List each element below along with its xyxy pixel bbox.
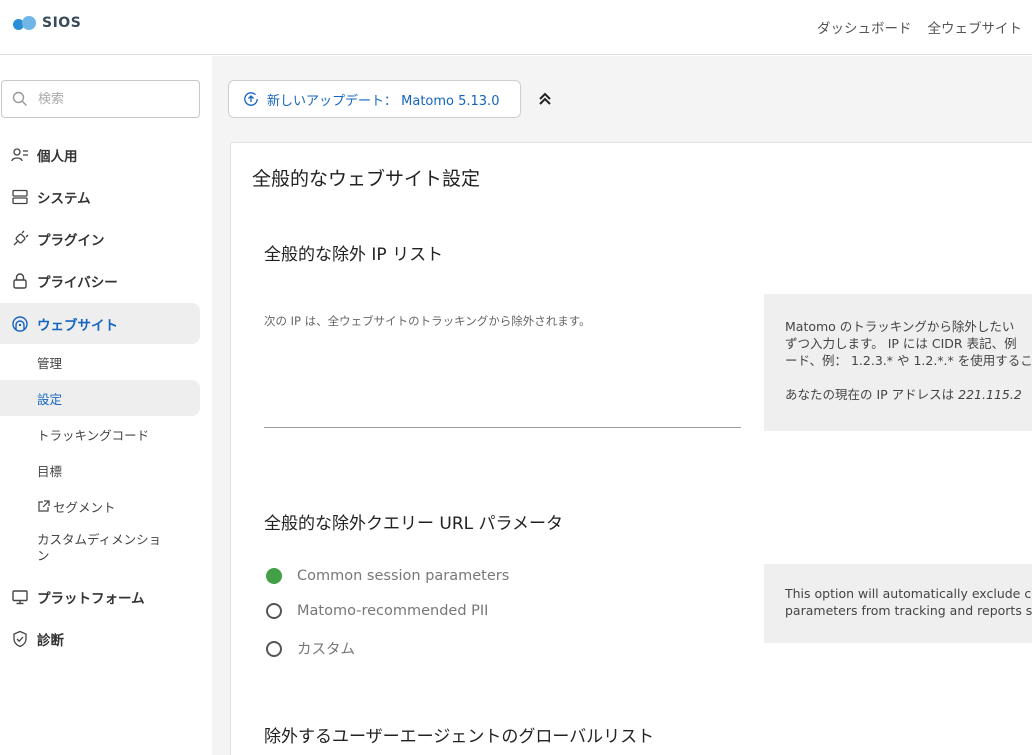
sidebar-subitem-segments[interactable]: セグメント [0, 488, 200, 524]
sidebar: 個人用 システム プラグイン プライバシー ウェブサイト 管理 設定 トラッキン… [0, 56, 212, 755]
radio-label: Common session parameters [297, 568, 510, 584]
current-ip-line: あなたの現在の IP アドレスは 221.115.2 [785, 386, 1032, 403]
main-content: 新しいアップデート： Matomo 5.13.0 全般的なウェブサイト設定 全般… [212, 56, 1032, 755]
logo-text: SIOS [42, 15, 82, 31]
sidebar-subitem-label: カスタムディメンション [37, 532, 162, 563]
external-link-icon [38, 499, 50, 512]
excluded-ip-textarea[interactable] [264, 427, 741, 428]
ip-section-title: 全般的な除外 IP リスト [264, 245, 444, 265]
help-line: This option will automatically exclude c… [785, 586, 1032, 601]
nav-dashboard-link[interactable]: ダッシュボード [817, 17, 912, 37]
sidebar-item-label: プラットフォーム [37, 591, 145, 607]
user-settings-icon [11, 146, 29, 164]
sidebar-subitem-custom-dimensions[interactable]: カスタムディメンション [0, 528, 170, 568]
help-line: Matomo のトラッキングから除外したい [785, 319, 1015, 334]
sidebar-subitem-label: 設定 [37, 391, 63, 407]
sidebar-item-platform[interactable]: プラットフォーム [0, 577, 200, 617]
sidebar-subitem-label: セグメント [53, 499, 116, 515]
globe-icon [11, 315, 29, 333]
current-ip-value: 221.115.2 [958, 387, 1022, 402]
radio-checked-icon[interactable] [266, 568, 282, 584]
help-line: ずつ入力します。 IP には CIDR 表記、例 [785, 336, 1017, 351]
radio-label: Matomo-recommended PII [297, 603, 489, 619]
help-line: ード、例： 1.2.3.* や 1.2.*.* を使用するこ [785, 353, 1032, 368]
top-nav: ダッシュボード 全ウェブサイト [817, 17, 1022, 37]
sidebar-subitem-label: 目標 [37, 463, 63, 479]
shield-check-icon [11, 630, 29, 648]
current-ip-label: あなたの現在の IP アドレスは [785, 387, 955, 402]
sidebar-item-label: 診断 [37, 633, 64, 649]
radio-unchecked-icon[interactable] [266, 640, 282, 657]
sidebar-subitem-goals[interactable]: 目標 [0, 452, 200, 488]
search-input[interactable] [38, 91, 188, 107]
lock-icon [11, 272, 29, 290]
nav-all-websites-link[interactable]: 全ウェブサイト [928, 17, 1023, 37]
top-bar: SIOS ダッシュボード 全ウェブサイト [0, 0, 1032, 55]
settings-card: 全般的なウェブサイト設定 全般的な除外 IP リスト 次の IP は、全ウェブサ… [230, 142, 1032, 755]
plug-icon [11, 230, 29, 248]
sidebar-item-label: 個人用 [37, 149, 78, 165]
sidebar-item-personal[interactable]: 個人用 [0, 135, 200, 175]
radio-common-session[interactable]: Common session parameters [266, 568, 509, 584]
page-title: 全般的なウェブサイト設定 [252, 168, 481, 190]
sidebar-subitem-settings[interactable]: 設定 [0, 380, 200, 416]
sios-logo[interactable]: SIOS [13, 15, 81, 31]
ip-help-box: Matomo のトラッキングから除外したい ずつ入力します。 IP には CID… [764, 294, 1032, 431]
radio-label: カスタム [297, 642, 355, 658]
sidebar-subitem-tracking-code[interactable]: トラッキングコード [0, 416, 200, 452]
radio-unchecked-icon[interactable] [266, 603, 282, 619]
help-line: parameters from tracking and reports su [785, 603, 1032, 618]
search-icon [12, 91, 27, 106]
user-agent-section-title: 除外するユーザーエージェントのグローバルリスト [264, 727, 655, 747]
sidebar-subitem-label: トラッキングコード [37, 427, 150, 443]
sidebar-subitem-manage[interactable]: 管理 [0, 344, 200, 380]
sidebar-item-label: プラグイン [37, 233, 105, 249]
monitor-icon [11, 588, 29, 606]
radio-custom[interactable]: カスタム [266, 638, 355, 659]
sidebar-item-plugins[interactable]: プラグイン [0, 219, 200, 259]
sidebar-item-system[interactable]: システム [0, 177, 200, 217]
update-available-button[interactable]: 新しいアップデート： Matomo 5.13.0 [228, 80, 521, 118]
update-icon [244, 92, 258, 106]
sidebar-item-label: ウェブサイト [37, 317, 118, 334]
logo-mark-icon [13, 15, 37, 31]
search-box[interactable] [1, 80, 200, 118]
sidebar-item-websites[interactable]: ウェブサイト [0, 303, 200, 344]
sidebar-item-privacy[interactable]: プライバシー [0, 261, 200, 301]
chevron-double-up-icon[interactable] [537, 91, 553, 107]
sidebar-item-diagnostics[interactable]: 診断 [0, 619, 200, 659]
sidebar-item-label: システム [37, 191, 91, 207]
query-help-box: This option will automatically exclude c… [764, 564, 1032, 643]
sidebar-item-label: プライバシー [37, 275, 118, 291]
sidebar-subitem-label: 管理 [37, 355, 63, 371]
ip-section-description: 次の IP は、全ウェブサイトのトラッキングから除外されます。 [264, 314, 591, 328]
update-label: 新しいアップデート： Matomo 5.13.0 [267, 93, 500, 109]
server-icon [11, 188, 29, 206]
query-section-title: 全般的な除外クエリー URL パラメータ [264, 514, 564, 534]
radio-recommended-pii[interactable]: Matomo-recommended PII [266, 603, 488, 619]
